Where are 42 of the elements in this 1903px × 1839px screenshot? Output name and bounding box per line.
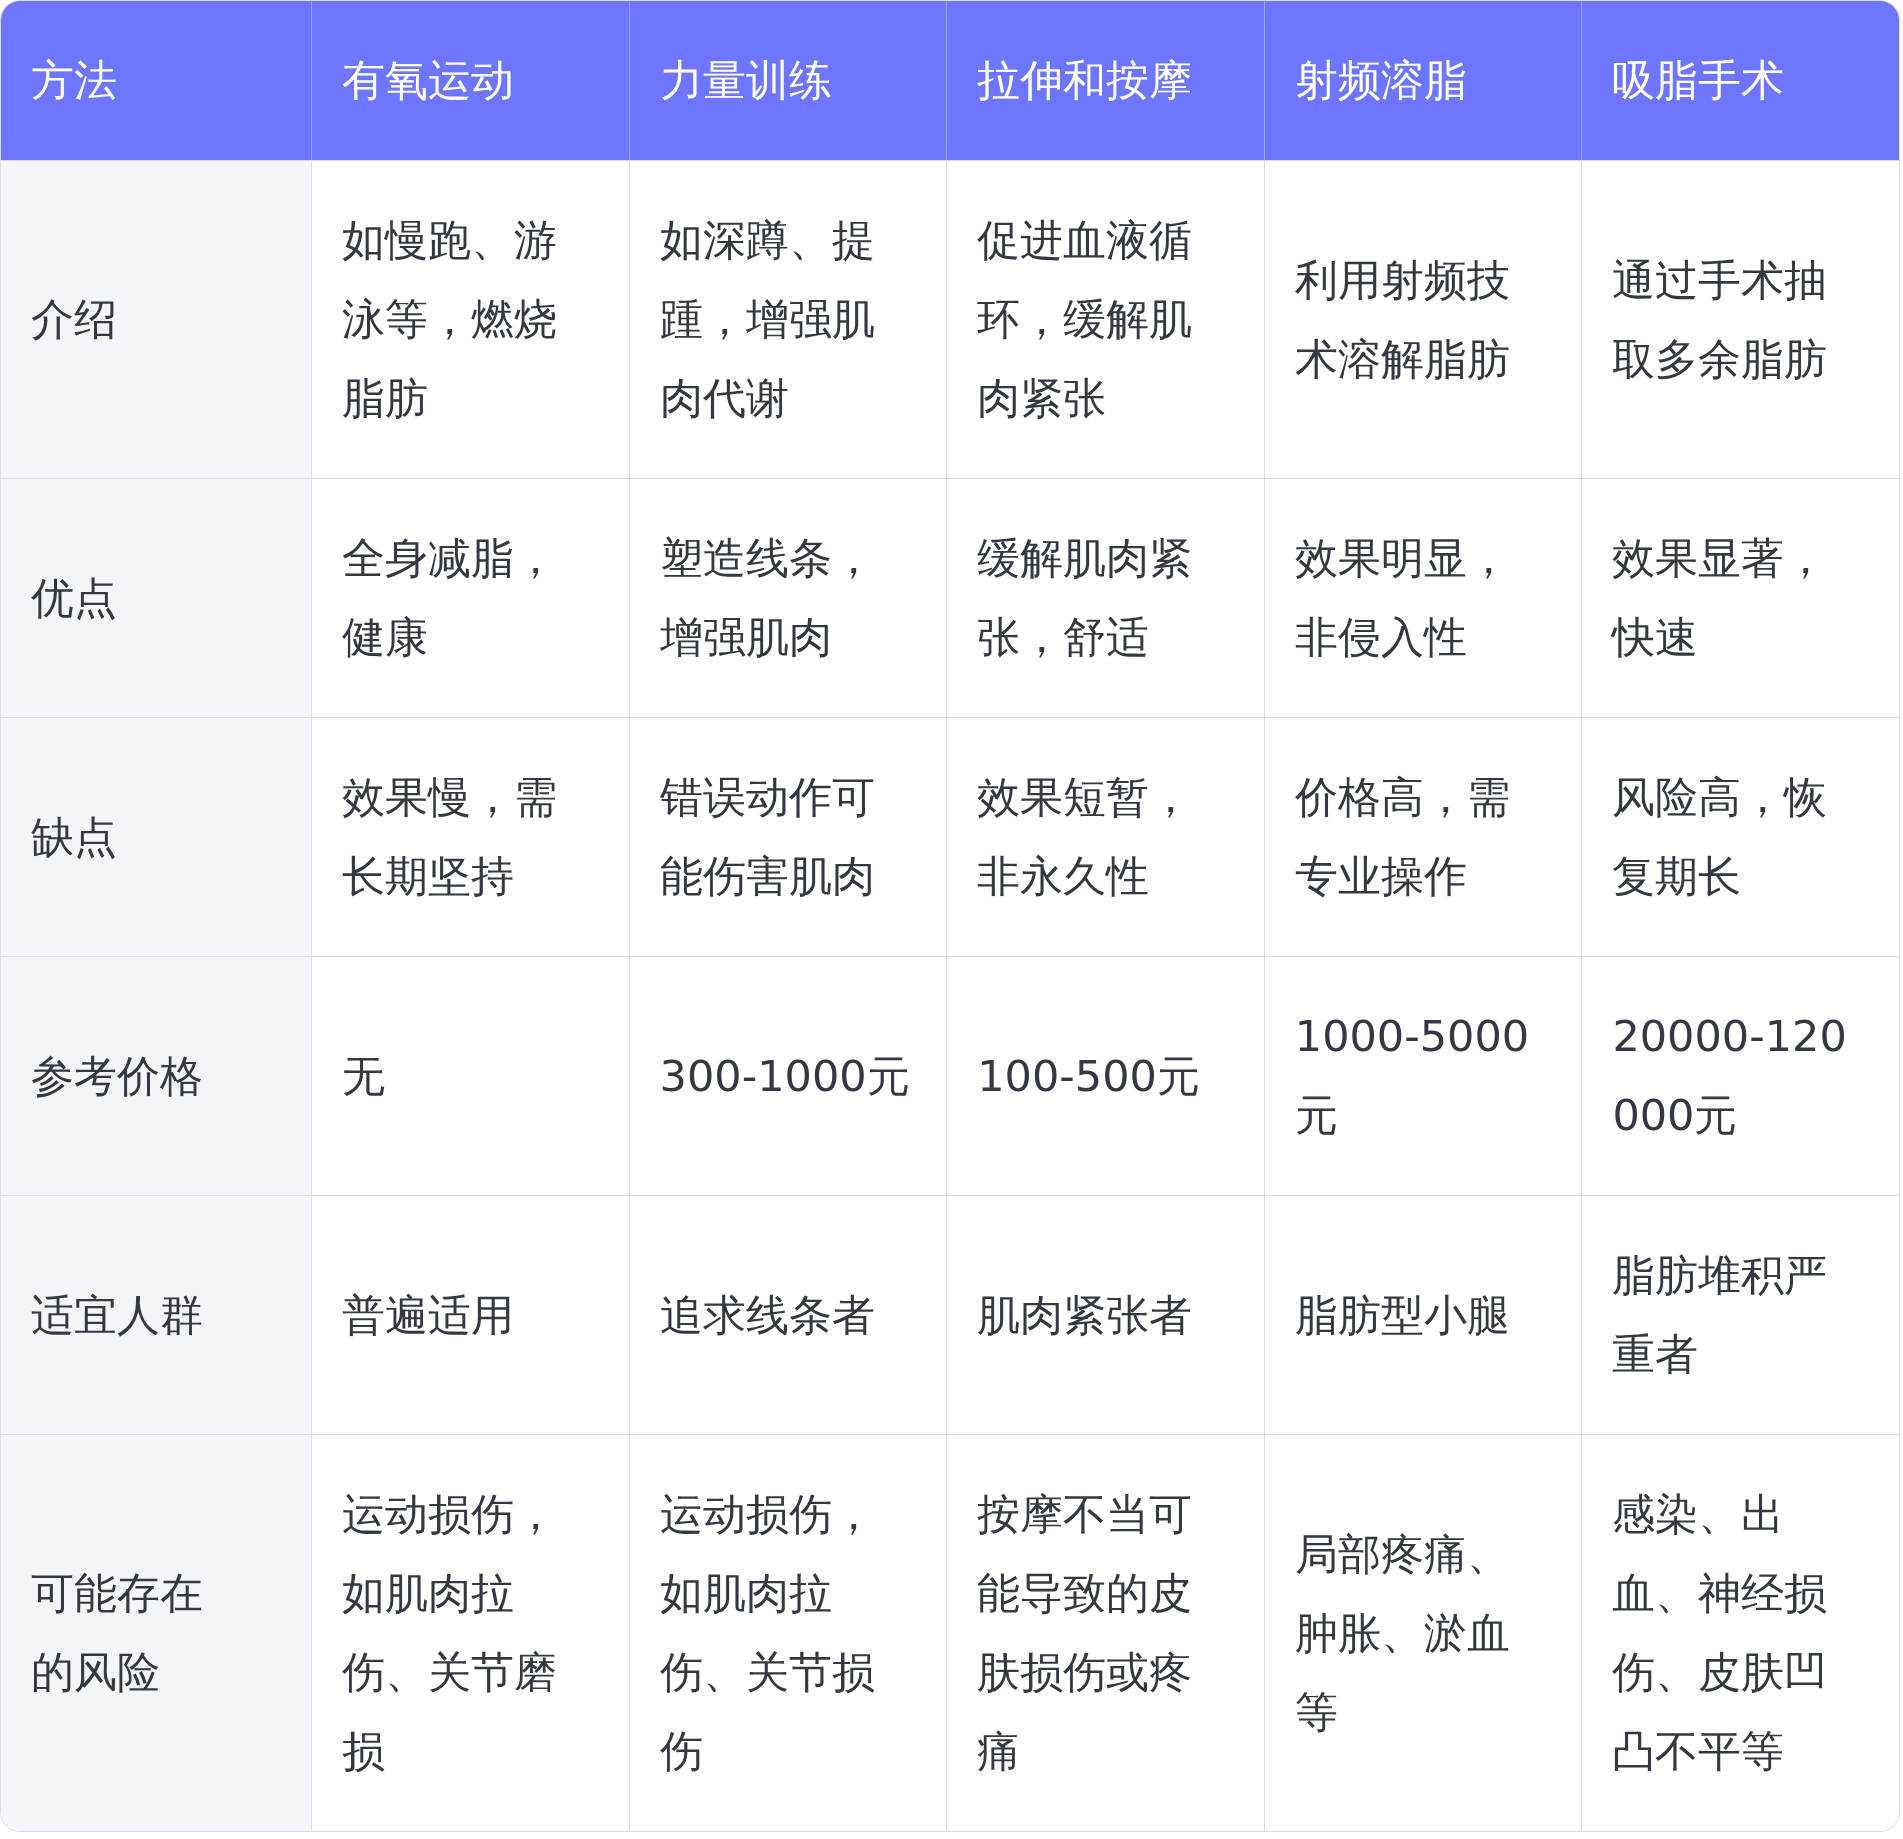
table-cell-text: 塑造线条，增强肌肉 xyxy=(659,532,876,664)
column-header: 吸脂手术 xyxy=(1612,54,1785,107)
table-cell-text: 按摩不当可能导致的皮肤损伤或疼痛 xyxy=(977,1488,1194,1778)
row-header: 适宜人群 xyxy=(31,1288,203,1342)
table-cell-text: 运动损伤，如肌肉拉伤、关节磨损 xyxy=(342,1488,558,1778)
row-header: 参考价格 xyxy=(31,1049,203,1103)
table-cell-text: 效果短暂，非永久性 xyxy=(977,771,1194,903)
table-cell-text: 运动损伤，如肌肉拉伤、关节损伤 xyxy=(659,1488,876,1778)
table-cell-text: 100-500元 xyxy=(977,1049,1200,1103)
table-cell-text: 全身减脂，健康 xyxy=(342,532,558,664)
table-cell-text: 300-1000元 xyxy=(659,1049,910,1103)
column-header: 拉伸和按摩 xyxy=(977,54,1193,107)
column-header: 力量训练 xyxy=(659,54,832,107)
table-cell-text: 效果显著，快速 xyxy=(1612,532,1829,664)
table-cell-text: 促进血液循环，缓解肌肉紧张 xyxy=(977,214,1194,425)
table-cell-text: 错误动作可能伤害肌肉 xyxy=(659,771,876,903)
table-cell-text: 肌肉紧张者 xyxy=(977,1288,1193,1342)
table-cell-text: 20000-120000元 xyxy=(1612,1010,1848,1142)
table-cell-text: 1000-5000元 xyxy=(1294,1010,1531,1142)
table-cell-text: 普遍适用 xyxy=(342,1288,514,1342)
table-cell-text: 缓解肌肉紧张，舒适 xyxy=(977,532,1194,664)
column-header: 方法 xyxy=(31,54,117,107)
table-cell-text: 脂肪堆积严重者 xyxy=(1612,1249,1829,1381)
table-cell-text: 局部疼痛、肿胀、淤血等 xyxy=(1294,1527,1511,1739)
table-cell-text: 追求线条者 xyxy=(659,1288,875,1342)
row-header: 缺点 xyxy=(31,810,117,864)
table-cell-text: 利用射频技术溶解脂肪 xyxy=(1294,253,1511,386)
table-cell-text: 效果明显，非侵入性 xyxy=(1294,532,1511,664)
row-header: 可能存在的风险 xyxy=(31,1567,204,1699)
table-cell-text: 通过手术抽取多余脂肪 xyxy=(1612,253,1829,386)
row-header: 介绍 xyxy=(31,293,117,346)
column-header: 射频溶脂 xyxy=(1294,54,1467,107)
table-cell-text: 无 xyxy=(342,1049,385,1103)
table-cell-text: 感染、出血、神经损伤、皮肤凹凸不平等 xyxy=(1612,1488,1829,1778)
table-cell-text: 效果慢，需长期坚持 xyxy=(342,771,558,903)
table-cell-text: 价格高，需专业操作 xyxy=(1294,771,1511,903)
table-cell-text: 如慢跑、游泳等，燃烧脂肪 xyxy=(342,214,558,425)
table-cell-text: 如深蹲、提踵，增强肌肉代谢 xyxy=(659,214,876,425)
column-header: 有氧运动 xyxy=(342,54,514,107)
table-cell-text: 脂肪型小腿 xyxy=(1294,1288,1510,1342)
table-cell-text: 风险高，恢复期长 xyxy=(1612,771,1829,903)
row-header: 优点 xyxy=(31,571,117,625)
